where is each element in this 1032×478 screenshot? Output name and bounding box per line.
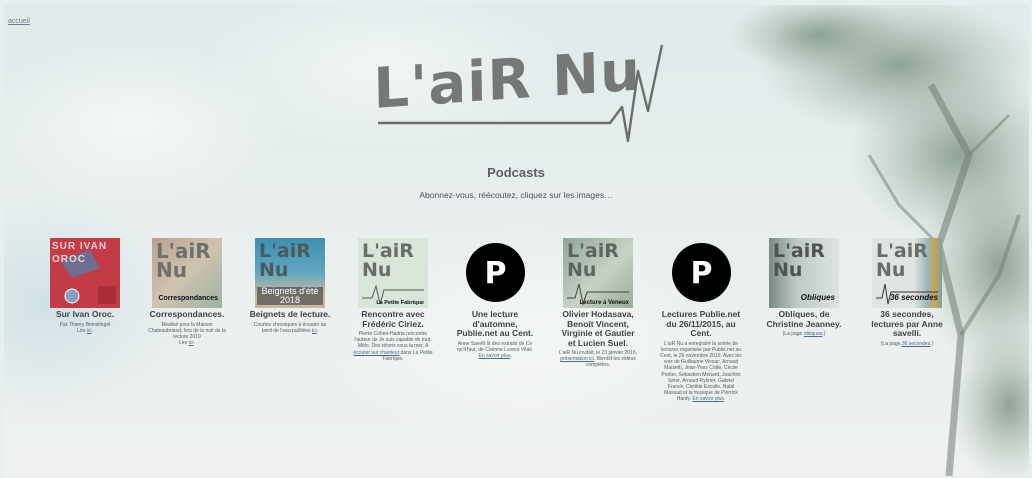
podcast-logo-icon: P [672, 243, 731, 302]
podcast-link[interactable]: 36 secondes [902, 341, 930, 347]
podcast-title[interactable]: Une lecture d'automne, Publie.net au Cen… [454, 309, 536, 339]
podcast-thumbnail[interactable]: L'aiR Nu Correspondances [152, 238, 222, 308]
podcast-link[interactable]: écouter sur chanteur [353, 350, 399, 356]
podcast-item-publie-net: P Lectures Publie.net du 26/11/2015, au … [660, 238, 742, 403]
section-title: Podcasts [487, 165, 545, 180]
podcast-logo-icon: P [466, 243, 525, 302]
podcast-thumbnail[interactable]: L'aiR Nu Lecture à Veneux [563, 238, 633, 308]
podcast-desc: Réalisé pour la Maison Chateaubriand, lo… [148, 321, 226, 347]
podcast-title[interactable]: Correspondances. [146, 309, 228, 320]
podcast-item-lecture-automne: P Une lecture d'automne, Publie.net au C… [454, 238, 536, 359]
podcast-item-ciriez: L'aiR Nu La Petite Fabrique Rencontre av… [352, 238, 434, 362]
pulse-line-icon [567, 283, 629, 306]
thumb-label: La Petite Fabrique [376, 300, 424, 306]
podcast-link[interactable]: présentation ici [560, 356, 594, 362]
podcast-thumbnail[interactable]: L'aiR Nu 36 secondes [872, 238, 942, 308]
pulse-line-icon [362, 284, 424, 305]
podcast-link[interactable]: obliques [804, 331, 823, 337]
podcast-desc: L'aiR Nu a enregistré la soirée de lectu… [660, 340, 742, 403]
podcast-thumbnail[interactable]: L'aiR Nu La Petite Fabrique [358, 238, 428, 308]
thumb-label: Obliques [800, 293, 835, 302]
podcast-thumbnail[interactable]: L'aiR Nu Beignets d'été 2018 [255, 238, 325, 308]
thumb-text: L'aiR Nu [773, 240, 825, 281]
podcast-thumbnail[interactable]: L'aiR Nu Obliques [769, 238, 839, 308]
podcast-thumbnail[interactable]: SUR IVAN OROC [50, 238, 120, 308]
podcast-logo-letter: P [484, 256, 507, 291]
podcast-desc: (La page obliques.) [782, 331, 826, 337]
section-subtitle: Abonnez-vous, réécoutez, cliquez sur les… [419, 190, 613, 200]
podcast-title[interactable]: Olivier Hodasava, Benoît Vincent, Virgin… [557, 309, 639, 348]
thumb-label: Correspondances [158, 295, 218, 302]
home-link[interactable]: accueil [8, 18, 30, 25]
podcast-item-obliques: L'aiR Nu Obliques Obliques, de Christine… [763, 238, 845, 337]
thumb-text: L'aiR Nu [259, 240, 311, 281]
tree-foliage-image [729, 5, 1029, 476]
site-logo[interactable]: L'aiR Nu [370, 39, 670, 161]
podcast-title[interactable]: Lectures Publie.net du 26/11/2015, au Ce… [660, 309, 742, 339]
thumb-label: Lecture à Veneux [579, 300, 629, 306]
podcast-item-ivan-oroc: SUR IVAN OROC Sur Ivan Oroc. Par Thierry… [44, 238, 126, 334]
podcast-logo-letter: P [690, 256, 713, 291]
podcast-title[interactable]: Beignets de lecture. [249, 309, 331, 320]
podcast-item-veneux: L'aiR Nu Lecture à Veneux Olivier Hodasa… [557, 238, 639, 369]
podcast-desc: (La page 36 secondes.) [880, 340, 934, 347]
podcast-title[interactable]: 36 secondes, lectures par Anne savelli. [866, 309, 948, 339]
podcast-desc: Anne Savelli lit des extraits de Ce qu'i… [457, 340, 533, 359]
podcast-thumbnail[interactable]: P [460, 238, 530, 308]
thumb-text: SUR IVAN OROC [52, 241, 108, 265]
podcast-item-36-secondes: L'aiR Nu 36 secondes 36 secondes, lectur… [866, 238, 948, 347]
podcast-link[interactable]: En savoir plus [479, 353, 510, 359]
podcast-title[interactable]: Obliques, de Christine Jeanney. [763, 309, 845, 329]
podcast-desc: Pierre Cohen-Hadria rencontre l'auteur d… [353, 331, 433, 362]
thumb-label: Beignets d'été 2018 [257, 287, 323, 305]
podcast-desc: L'aiR Nu invitait, le 23 janvier 2016, p… [558, 350, 638, 369]
podcast-link[interactable]: En savoir plus [692, 396, 723, 402]
thumb-label: 36 secondes [889, 293, 938, 302]
thumb-text: L'aiR Nu [156, 239, 211, 282]
podcast-title[interactable]: Rencontre avec Frédéric Ciriez. [352, 309, 434, 329]
podcast-item-correspondances: L'aiR Nu Correspondances Correspondances… [146, 238, 228, 346]
podcast-title[interactable]: Sur Ivan Oroc. [44, 309, 126, 320]
logo-pulse-line [378, 44, 664, 143]
podcast-desc: Courtes chroniques à écouter au bord de … [253, 321, 327, 334]
podcast-thumbnail[interactable]: P [666, 238, 736, 308]
podcast-item-beignets: L'aiR Nu Beignets d'été 2018 Beignets de… [249, 238, 331, 334]
podcast-desc: Par Thierry Beinstingel Lire ici. [59, 321, 111, 334]
